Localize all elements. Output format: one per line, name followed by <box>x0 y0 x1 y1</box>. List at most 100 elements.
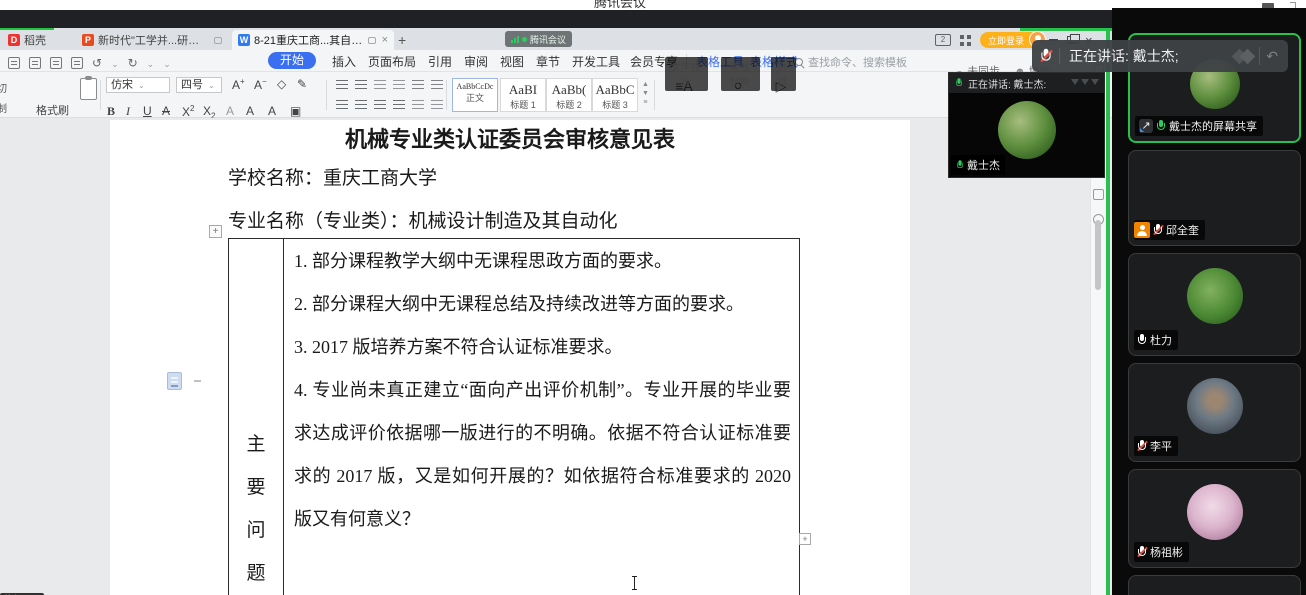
speaking-banner: 正在讲话: 戴士杰; ↶ <box>1032 40 1288 72</box>
number-list-icon[interactable] <box>355 80 367 89</box>
menu-review[interactable]: 审阅 <box>464 53 488 70</box>
strikethrough-icon[interactable]: A <box>162 104 170 118</box>
participant-tile-qiuquankui[interactable]: 邱全奎 <box>1128 150 1301 246</box>
undo-icon[interactable] <box>92 54 102 72</box>
menu-view[interactable]: 视图 <box>500 53 524 70</box>
text-layout-tool[interactable]: ≡A 文字排版 <box>660 78 708 96</box>
italic-icon[interactable]: I <box>126 104 130 119</box>
host-badge-icon <box>1134 222 1150 238</box>
wps-ribbon: 切 制 格式刷 仿宋 四号 A+ A− ◇ ✎ B I U A X2 X2 A … <box>0 72 1112 118</box>
toolbar-options-icon[interactable] <box>163 54 171 72</box>
grow-font-icon[interactable]: A+ <box>232 77 245 92</box>
format-painter-icon[interactable] <box>80 78 97 100</box>
new-tab-button[interactable]: + <box>398 32 406 48</box>
avatar <box>1187 378 1243 434</box>
paragraph-mark-icon[interactable] <box>412 80 424 89</box>
recording-dot-icon <box>522 37 527 42</box>
participant-tile-duli[interactable]: 杜力 <box>1128 253 1301 356</box>
vertical-scrollbar[interactable] <box>1095 220 1101 290</box>
participant-tile-partial[interactable] <box>1128 575 1301 595</box>
back-arrow-icon[interactable]: ↶ <box>1266 49 1278 63</box>
tab-document-2-active[interactable]: W 8-21重庆工商...其自动化-不处理 × <box>232 30 394 50</box>
tab-docer[interactable]: D 稻壳 <box>2 30 64 50</box>
paste-options-icon[interactable] <box>167 372 182 390</box>
tab-document-1[interactable]: P 新时代"工学并...研究与实践V4 <box>76 30 228 50</box>
align-left-icon[interactable] <box>336 100 348 109</box>
format-painter-label[interactable]: 格式刷 <box>36 102 69 118</box>
menu-section[interactable]: 章节 <box>536 53 560 70</box>
menu-home[interactable]: 开始 <box>268 52 316 69</box>
mic-on-icon <box>957 160 963 170</box>
collapse-arrows-icon[interactable] <box>1071 79 1099 85</box>
search-placeholder: 查找命令、搜索模板 <box>808 54 907 70</box>
mic-icon <box>1138 334 1146 346</box>
menu-page-layout[interactable]: 页面布局 <box>368 53 416 70</box>
style-gallery-scroll[interactable]: ▲▼≡ <box>642 80 649 107</box>
align-right-icon[interactable] <box>374 100 386 109</box>
char-border-icon[interactable]: ▣ <box>290 104 301 118</box>
font-name-combo[interactable]: 仿宋 <box>106 77 170 93</box>
cut-label-fragment[interactable]: 切 <box>0 80 7 95</box>
tab-close-icon[interactable]: × <box>382 34 388 46</box>
mic-muted-icon[interactable] <box>1041 49 1051 63</box>
edit-table-icon[interactable] <box>1093 189 1104 200</box>
text-effects-icon[interactable]: ✎ <box>297 77 307 91</box>
print-preview-icon[interactable] <box>71 57 83 69</box>
save-icon[interactable] <box>8 57 20 69</box>
workspace-grid-icon[interactable] <box>960 35 971 46</box>
command-search[interactable]: 查找命令、搜索模板 <box>795 54 907 70</box>
outdent-icon[interactable] <box>374 80 386 89</box>
style-normal[interactable]: AaBbCcDc 正文 <box>452 78 498 112</box>
issues-table: 主 要 问 题 1. 部分课程教学大纲中无课程思政方面的要求。 2. 部分课程大… <box>228 238 800 595</box>
style-heading2[interactable]: AaBb( 标题 2 <box>546 78 592 112</box>
shading-icon[interactable] <box>431 100 443 109</box>
align-center-icon[interactable] <box>355 100 367 109</box>
print-icon[interactable] <box>50 57 62 69</box>
wps-presentation-icon: P <box>82 34 94 46</box>
floating-speaker-window[interactable]: 正在讲话: 戴士杰: 戴士杰 <box>948 72 1105 178</box>
major-name-line: 专业名称（专业类）：机械设计制造及其自动化 <box>228 206 618 233</box>
justify-icon[interactable] <box>393 100 405 109</box>
shrink-font-icon[interactable]: A− <box>254 77 267 92</box>
underline-icon[interactable]: U <box>143 104 152 118</box>
login-button[interactable]: 立即登录 <box>980 32 1040 48</box>
meeting-status-badge[interactable]: 腾讯会议 <box>505 31 572 47</box>
menu-insert[interactable]: 插入 <box>332 53 356 70</box>
find-replace-tool[interactable]: ⚪ 查找替换 <box>716 78 760 96</box>
style-heading1[interactable]: AaBI 标题 1 <box>500 78 546 112</box>
bullet-list-icon[interactable] <box>336 80 348 89</box>
issues-cell[interactable]: 1. 部分课程教学大纲中无课程思政方面的要求。 2. 部分课程大纲中无课程总结及… <box>285 239 799 595</box>
participant-tile-yangzubin[interactable]: 杨祖彬 <box>1128 469 1301 568</box>
quick-access-toolbar <box>8 54 171 72</box>
undo-dropdown-icon <box>111 54 119 72</box>
divider <box>1059 48 1060 64</box>
menu-references[interactable]: 引用 <box>428 53 452 70</box>
document-page[interactable]: 机械专业类认证委员会审核意见表 学校名称：重庆工商大学 专业名称（专业类）：机械… <box>110 120 910 595</box>
school-name-line: 学校名称：重庆工商大学 <box>228 163 437 190</box>
font-size-combo[interactable]: 四号 <box>176 77 222 93</box>
table-overflow-marker[interactable]: + <box>799 533 811 545</box>
superscript-icon[interactable]: X2 <box>182 104 194 119</box>
style-heading3[interactable]: AaBbC 标题 3 <box>592 78 638 112</box>
export-icon[interactable] <box>29 57 41 69</box>
char-shading-icon[interactable]: A <box>226 104 234 118</box>
row-header-char: 问 <box>229 515 283 542</box>
table-move-handle[interactable]: + <box>209 225 222 238</box>
participant-sidebar: ↗ 戴士杰的屏幕共享 邱全奎 杜力 李平 <box>1112 8 1306 595</box>
participant-tile-liping[interactable]: 李平 <box>1128 363 1301 462</box>
split-view-icon[interactable]: 2 <box>935 34 951 46</box>
participant-name: 杜力 <box>1150 332 1172 348</box>
meeting-window-titlebar: 腾讯会议 <box>0 0 1306 10</box>
copy-label-fragment[interactable]: 制 <box>0 100 7 115</box>
menu-dev-tools[interactable]: 开发工具 <box>572 53 620 70</box>
tab-docer-label: 稻壳 <box>24 32 46 48</box>
floating-speaker-text: 正在讲话: 戴士杰: <box>968 76 1046 91</box>
indent-icon[interactable] <box>393 80 405 89</box>
sort-icon[interactable] <box>431 80 443 89</box>
bold-icon[interactable]: B <box>107 104 115 119</box>
select-tool[interactable]: ▷ 选择 <box>766 78 796 96</box>
redo-icon[interactable] <box>128 54 138 72</box>
clear-format-icon[interactable]: ◇ <box>277 77 286 91</box>
tab-document-1-label: 新时代"工学并...研究与实践V4 <box>98 32 210 48</box>
line-spacing-icon[interactable] <box>412 100 424 109</box>
